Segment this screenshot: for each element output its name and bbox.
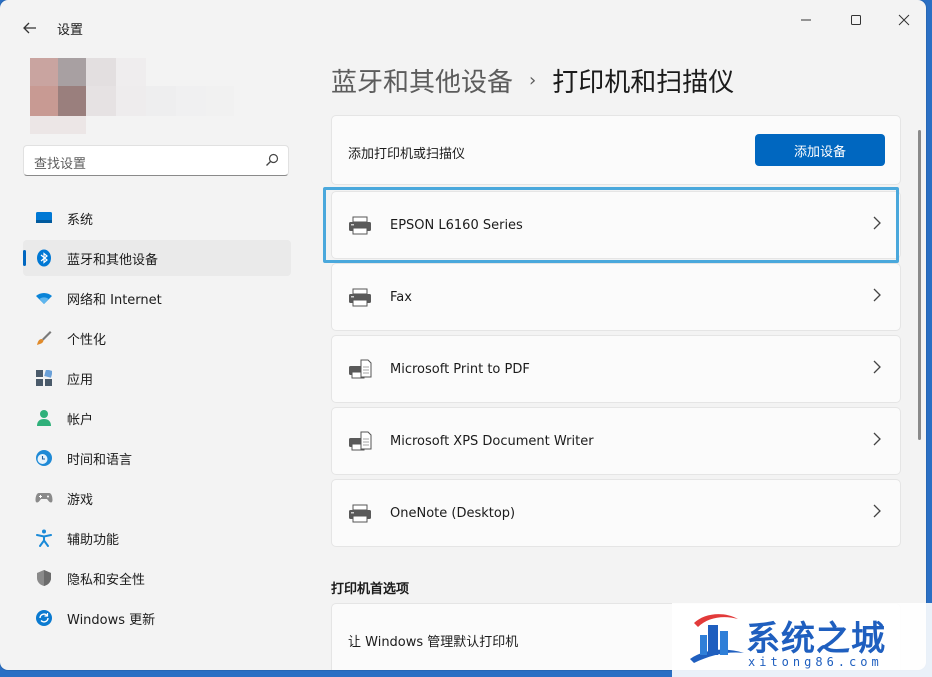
sidebar-item-accounts[interactable]: 帐户 <box>23 400 291 436</box>
watermark-subtitle: xitong86.com <box>748 655 883 669</box>
minimize-button[interactable] <box>783 4 829 36</box>
printer-name: OneNote (Desktop) <box>390 506 516 521</box>
person-icon <box>35 409 53 427</box>
sidebar-item-time-language[interactable]: 时间和语言 <box>23 440 291 476</box>
sidebar-item-label: Windows 更新 <box>67 612 156 628</box>
scrollbar[interactable] <box>918 130 921 440</box>
section-title: 打印机首选项 <box>331 582 410 597</box>
sidebar-item-label: 时间和语言 <box>67 452 133 468</box>
bluetooth-icon <box>35 249 53 267</box>
sidebar-item-label: 游戏 <box>67 492 94 508</box>
shield-icon <box>35 569 53 587</box>
settings-window: 设置 查找设置 系统 蓝牙和其他设备 网络和 Internet 个性化 应用 帐… <box>0 0 926 670</box>
brush-icon <box>35 329 53 347</box>
selection-highlight <box>323 187 899 263</box>
sidebar-item-personalization[interactable]: 个性化 <box>23 320 291 356</box>
printer-item[interactable]: Microsoft Print to PDF <box>331 335 901 403</box>
title-bar: 设置 <box>0 0 926 48</box>
default-printer-label: 让 Windows 管理默认打印机 <box>348 635 519 650</box>
printer-name: Microsoft XPS Document Writer <box>390 434 594 449</box>
sidebar-item-gaming[interactable]: 游戏 <box>23 480 291 516</box>
sidebar-item-label: 帐户 <box>67 412 94 428</box>
apps-icon <box>35 369 53 387</box>
printer-icon <box>348 287 372 309</box>
wifi-icon <box>35 289 53 307</box>
printer-icon <box>348 503 372 525</box>
clock-globe-icon <box>35 449 53 467</box>
sidebar-item-bluetooth[interactable]: 蓝牙和其他设备 <box>23 240 291 276</box>
breadcrumb-parent[interactable]: 蓝牙和其他设备 <box>331 62 513 99</box>
sidebar-item-accessibility[interactable]: 辅助功能 <box>23 520 291 556</box>
back-arrow-icon[interactable] <box>14 12 46 44</box>
chevron-right-icon <box>872 432 882 450</box>
printer-name: Microsoft Print to PDF <box>390 362 530 377</box>
add-printer-label: 添加打印机或扫描仪 <box>348 147 466 162</box>
search-placeholder: 查找设置 <box>34 157 87 172</box>
sidebar-nav: 系统 蓝牙和其他设备 网络和 Internet 个性化 应用 帐户 时间和语言 … <box>23 200 291 640</box>
sidebar-item-label: 系统 <box>67 212 94 228</box>
page-title: 打印机和扫描仪 <box>552 68 735 98</box>
breadcrumb: 蓝牙和其他设备 › 打印机和扫描仪 <box>331 62 734 99</box>
sidebar-item-privacy[interactable]: 隐私和安全性 <box>23 560 291 596</box>
monitor-icon <box>35 209 53 227</box>
add-device-button[interactable]: 添加设备 <box>755 134 885 166</box>
update-icon <box>35 609 53 627</box>
printer-name: Fax <box>390 290 412 305</box>
gamepad-icon <box>35 489 53 507</box>
maximize-button[interactable] <box>833 4 879 36</box>
chevron-right-icon <box>872 360 882 378</box>
chevron-right-icon <box>872 504 882 522</box>
avatar[interactable] <box>30 58 235 135</box>
search-icon[interactable] <box>264 152 280 168</box>
printer-document-icon <box>348 359 372 381</box>
printer-item[interactable]: Microsoft XPS Document Writer <box>331 407 901 475</box>
printer-document-icon <box>348 431 372 453</box>
sidebar-item-label: 隐私和安全性 <box>67 572 146 588</box>
sidebar-item-label: 个性化 <box>67 332 107 348</box>
accessibility-icon <box>35 529 53 547</box>
sidebar-item-apps[interactable]: 应用 <box>23 360 291 396</box>
sidebar-item-system[interactable]: 系统 <box>23 200 291 236</box>
printer-item[interactable]: Fax <box>331 263 901 331</box>
app-title: 设置 <box>57 23 84 38</box>
watermark-title: 系统之城 <box>746 619 886 659</box>
sidebar-item-label: 蓝牙和其他设备 <box>67 252 159 268</box>
printer-item[interactable]: OneNote (Desktop) <box>331 479 901 547</box>
sidebar-item-label: 网络和 Internet <box>67 292 162 308</box>
sidebar-item-network[interactable]: 网络和 Internet <box>23 280 291 316</box>
sidebar-item-label: 应用 <box>67 372 94 388</box>
city-logo-icon <box>686 609 748 671</box>
watermark: 系统之城 xitong86.com <box>672 603 932 677</box>
add-printer-card: 添加打印机或扫描仪 添加设备 <box>331 115 901 185</box>
chevron-right-icon <box>872 288 882 306</box>
search-input[interactable]: 查找设置 <box>23 145 289 176</box>
close-button[interactable] <box>881 4 926 36</box>
breadcrumb-separator: › <box>529 70 537 91</box>
sidebar-item-windows-update[interactable]: Windows 更新 <box>23 600 291 636</box>
sidebar-item-label: 辅助功能 <box>67 532 120 548</box>
